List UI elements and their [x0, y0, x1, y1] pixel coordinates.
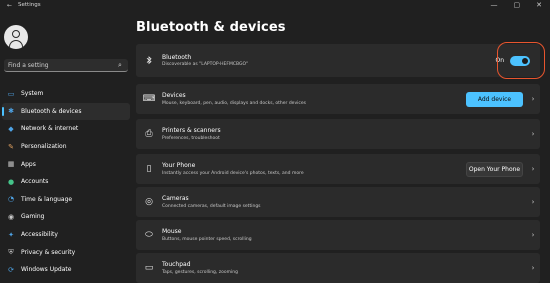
- sidebar-item-label: Accounts: [21, 178, 49, 186]
- card-mouse[interactable]: ⬭ Mouse Buttons, mouse pointer speed, scro…: [136, 220, 540, 250]
- gamepad-icon: ◉: [7, 212, 15, 221]
- brush-icon: ✎: [8, 142, 14, 151]
- page-title: Bluetooth & devices: [136, 20, 286, 35]
- title-bar: ← Settings — ▢ ✕: [0, 0, 550, 12]
- globe-clock-icon: ◔: [7, 195, 15, 204]
- sidebar-item-personalization[interactable]: ✎ Personalization: [2, 138, 130, 156]
- sidebar-item-label: Personalization: [21, 143, 67, 151]
- mouse-icon: ⬭: [145, 230, 153, 240]
- bluetooth-toggle-label: On: [495, 57, 504, 64]
- bluetooth-subtitle: Discoverable as "LAPTOP-HEFMCBGO": [162, 62, 249, 68]
- card-your-phone[interactable]: ▯ Your Phone Instantly access your Android…: [136, 154, 540, 184]
- card-devices[interactable]: ⌨ Devices Mouse, keyboard, pen, audio, dis…: [136, 84, 540, 114]
- sidebar-nav: ▭ System ✱ Bluetooth & devices ◆ Network & in…: [2, 85, 130, 279]
- bluetooth-icon: [136, 56, 162, 65]
- card-title: Your Phone: [162, 162, 196, 170]
- sidebar-item-label: Apps: [21, 160, 36, 168]
- chevron-right-icon: ›: [531, 95, 535, 103]
- sidebar-item-label: Time & language: [21, 195, 73, 203]
- touchpad-icon: ▭: [144, 263, 154, 273]
- bluetooth-card: Bluetooth Discoverable as "LAPTOP-HEFMCB…: [136, 44, 540, 77]
- chevron-right-icon: ›: [531, 130, 535, 138]
- sidebar-item-system[interactable]: ▭ System: [2, 85, 130, 103]
- printer-icon: ⎙: [145, 129, 153, 139]
- sidebar-item-windows-update[interactable]: ⟳ Windows Update: [2, 261, 130, 279]
- sidebar-item-bluetooth-devices[interactable]: ✱ Bluetooth & devices: [2, 102, 130, 121]
- sidebar-item-label: Gaming: [21, 213, 45, 221]
- update-icon: ⟳: [8, 265, 14, 274]
- card-title: Mouse: [162, 228, 182, 236]
- bluetooth-title: Bluetooth: [162, 53, 192, 61]
- card-subtitle: Taps, gestures, scrolling, zooming: [162, 269, 238, 275]
- accessibility-icon: ✦: [8, 230, 14, 239]
- card-title: Touchpad: [162, 261, 191, 269]
- sidebar-item-gaming[interactable]: ◉ Gaming: [2, 208, 130, 226]
- avatar-body-icon: [9, 40, 23, 49]
- maximize-icon[interactable]: ▢: [514, 0, 521, 11]
- apps-icon: ▦: [7, 160, 15, 169]
- toggle-knob: [522, 57, 528, 64]
- minimize-icon[interactable]: —: [491, 0, 498, 11]
- bluetooth-toggle-group[interactable]: On: [495, 55, 530, 66]
- card-subtitle: Instantly access your Android device's p…: [162, 170, 304, 176]
- camera-icon: ◎: [145, 197, 153, 207]
- window-title: Settings: [18, 2, 41, 8]
- card-subtitle: Buttons, mouse pointer speed, scrolling: [162, 236, 252, 242]
- window-controls: — ▢ ✕: [491, 0, 543, 11]
- shield-icon: ⛨: [8, 248, 14, 257]
- sidebar-item-label: Network & internet: [21, 125, 79, 133]
- sidebar-item-label: Bluetooth & devices: [21, 107, 82, 115]
- phone-icon: ▯: [146, 164, 152, 174]
- sidebar-item-label: Windows Update: [21, 266, 72, 274]
- chevron-right-icon: ›: [531, 165, 535, 173]
- search-input[interactable]: Find a setting: [4, 62, 118, 69]
- bluetooth-toggle[interactable]: [510, 55, 530, 66]
- card-touchpad[interactable]: ▭ Touchpad Taps, gestures, scrolling, zoom…: [136, 253, 540, 283]
- add-device-button[interactable]: Add device: [466, 91, 523, 107]
- sidebar-item-apps[interactable]: ▦ Apps: [2, 155, 130, 173]
- sidebar-item-privacy-security[interactable]: ⛨ Privacy & security: [2, 243, 130, 261]
- back-arrow-icon[interactable]: ←: [7, 3, 13, 9]
- card-title: Devices: [162, 92, 186, 100]
- card-subtitle: Mouse, keyboard, pen, audio, displays an…: [162, 100, 306, 106]
- search-icon[interactable]: ⌕: [118, 61, 128, 70]
- sidebar: Find a setting ⌕ ▭ System ✱ Bluetooth & dev…: [0, 12, 132, 283]
- close-icon[interactable]: ✕: [536, 0, 542, 11]
- chevron-right-icon: ›: [531, 231, 535, 239]
- avatar-head-icon: [12, 30, 20, 38]
- sidebar-item-time-language[interactable]: ◔ Time & language: [2, 191, 130, 209]
- accounts-icon: ●: [7, 177, 15, 186]
- chevron-right-icon: ›: [531, 198, 535, 206]
- wifi-icon: ◆: [8, 124, 14, 133]
- devices-icon: ⌨: [142, 94, 156, 104]
- sidebar-item-label: System: [21, 90, 44, 98]
- sidebar-item-accounts[interactable]: ● Accounts: [2, 173, 130, 191]
- card-title: Cameras: [162, 195, 189, 203]
- card-printers-scanners[interactable]: ⎙ Printers & scanners Preferences, trouble…: [136, 119, 540, 149]
- avatar[interactable]: [4, 25, 28, 49]
- card-title: Printers & scanners: [162, 127, 221, 135]
- open-your-phone-button[interactable]: Open Your Phone: [466, 161, 523, 177]
- system-icon: ▭: [7, 89, 15, 98]
- card-subtitle: Preferences, troubleshoot: [162, 135, 220, 141]
- bluetooth-icon: ✱: [8, 107, 14, 116]
- sidebar-item-label: Accessibility: [21, 231, 58, 239]
- card-cameras[interactable]: ◎ Cameras Connected cameras, default image…: [136, 187, 540, 217]
- search-box[interactable]: Find a setting ⌕: [4, 59, 128, 72]
- sidebar-item-network-internet[interactable]: ◆ Network & internet: [2, 120, 130, 138]
- card-subtitle: Connected cameras, default image setting…: [162, 203, 261, 209]
- chevron-right-icon: ›: [531, 264, 535, 272]
- sidebar-item-label: Privacy & security: [21, 248, 76, 256]
- sidebar-item-accessibility[interactable]: ✦ Accessibility: [2, 226, 130, 244]
